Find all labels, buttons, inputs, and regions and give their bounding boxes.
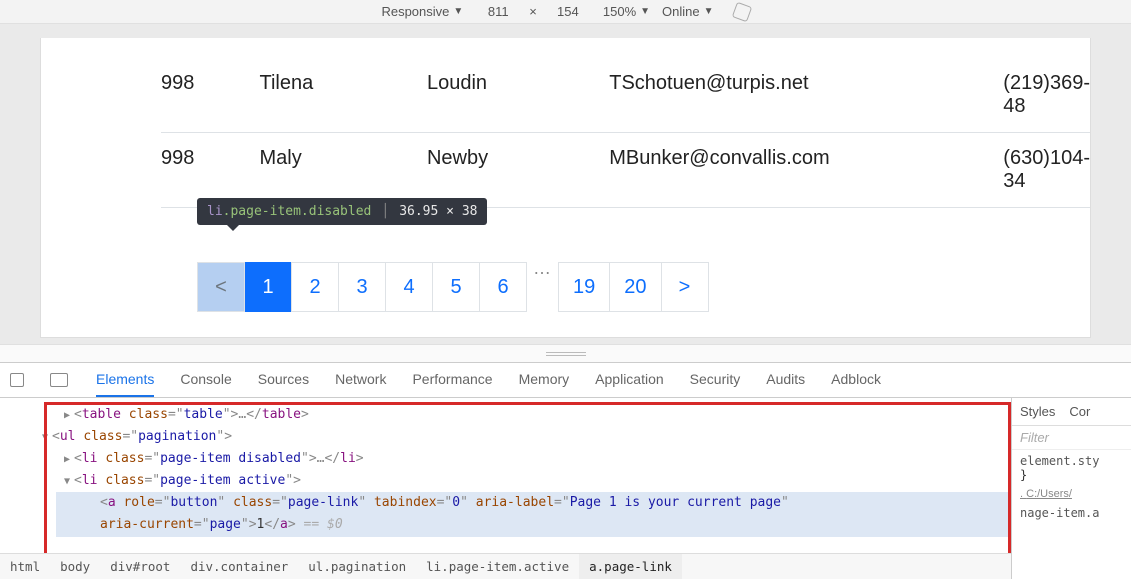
- tab-console[interactable]: Console: [180, 363, 231, 397]
- page-ellipsis: …: [527, 258, 559, 279]
- viewport-width-input[interactable]: [475, 4, 521, 19]
- elements-panel: ▶<table class="table">…</table> ▼<ul cla…: [0, 398, 1011, 579]
- cell-email: MBunker@convallis.com: [609, 147, 1003, 193]
- style-rule[interactable]: nage-item.a: [1012, 502, 1131, 524]
- tab-audits[interactable]: Audits: [766, 363, 805, 397]
- cell-firstname: Maly: [260, 147, 427, 193]
- zoom-dropdown[interactable]: 150% ▼: [603, 4, 650, 19]
- device-toggle-icon[interactable]: [50, 373, 68, 387]
- table-row: 998 Tilena Loudin TSchotuen@turpis.net (…: [161, 58, 1090, 133]
- crumb-item[interactable]: div.container: [180, 554, 298, 579]
- network-label: Online: [662, 4, 700, 19]
- pagination: < 1 2 3 4 5 6 … 19 20 >: [197, 262, 1090, 312]
- styles-panel: Styles Cor Filter element.sty } . C:/Use…: [1011, 398, 1131, 579]
- page-next-button[interactable]: >: [661, 262, 709, 312]
- styles-tab[interactable]: Cor: [1069, 404, 1090, 419]
- tooltip-dimensions: 36.95 × 38: [399, 204, 477, 219]
- inspect-element-icon[interactable]: [10, 373, 24, 387]
- styles-tab[interactable]: Styles: [1020, 404, 1055, 419]
- tab-performance[interactable]: Performance: [412, 363, 492, 397]
- crumb-item[interactable]: body: [50, 554, 100, 579]
- styles-tabs: Styles Cor: [1012, 398, 1131, 426]
- table-row: 998 Maly Newby MBunker@convallis.com (63…: [161, 133, 1090, 208]
- devtools-tabs: Elements Console Sources Network Perform…: [96, 363, 881, 397]
- dom-node[interactable]: ▼<li class="page-item active">: [56, 470, 1011, 492]
- style-source-link[interactable]: . C:/Users/: [1012, 486, 1131, 502]
- cell-email: TSchotuen@turpis.net: [609, 72, 1003, 118]
- dom-node-selected[interactable]: <a role="button" class="page-link" tabin…: [56, 492, 1011, 514]
- page-number-button[interactable]: 4: [385, 262, 433, 312]
- page-number-button[interactable]: 6: [479, 262, 527, 312]
- network-dropdown[interactable]: Online ▼: [662, 4, 713, 19]
- dom-node[interactable]: ▶<li class="page-item disabled">…</li>: [56, 448, 1011, 470]
- data-table: 998 Tilena Loudin TSchotuen@turpis.net (…: [161, 58, 1090, 208]
- dom-node-selected-cont[interactable]: aria-current="page">1</a> == $0: [56, 514, 1011, 536]
- dom-tree[interactable]: ▶<table class="table">…</table> ▼<ul cla…: [0, 398, 1011, 537]
- page-number-button[interactable]: 5: [432, 262, 480, 312]
- cell-phone: (219)369-48: [1003, 72, 1090, 118]
- crumb-item[interactable]: a.page-link: [579, 554, 682, 579]
- page-prev-button[interactable]: <: [197, 262, 245, 312]
- responsive-mode-dropdown[interactable]: Responsive ▼: [381, 4, 463, 19]
- cell-id: 998: [161, 147, 260, 193]
- zoom-label: 150%: [603, 4, 636, 19]
- devtools-body: ▶<table class="table">…</table> ▼<ul cla…: [0, 398, 1131, 579]
- tab-memory[interactable]: Memory: [519, 363, 570, 397]
- responsive-mode-label: Responsive: [381, 4, 449, 19]
- dimension-separator: ×: [529, 4, 537, 19]
- tooltip-divider: │: [381, 204, 389, 219]
- inspect-tooltip: li.page-item.disabled │ 36.95 × 38: [197, 198, 487, 225]
- crumb-item[interactable]: li.page-item.active: [416, 554, 579, 579]
- crumb-item[interactable]: html: [0, 554, 50, 579]
- cell-firstname: Tilena: [260, 72, 427, 118]
- cell-lastname: Loudin: [427, 72, 609, 118]
- dom-node[interactable]: ▼<ul class="pagination">: [56, 426, 1011, 448]
- viewport-height-input[interactable]: [545, 4, 591, 19]
- viewport-dimensions: ×: [475, 4, 591, 19]
- dom-node[interactable]: ▶<table class="table">…</table>: [56, 404, 1011, 426]
- tab-application[interactable]: Application: [595, 363, 664, 397]
- cell-lastname: Newby: [427, 147, 609, 193]
- chevron-down-icon: ▼: [640, 6, 650, 17]
- breadcrumb: html body div#root div.container ul.pagi…: [0, 553, 1011, 579]
- cell-id: 998: [161, 72, 260, 118]
- tab-network[interactable]: Network: [335, 363, 386, 397]
- page-number-button[interactable]: 20: [609, 262, 661, 312]
- page-number-button[interactable]: 2: [291, 262, 339, 312]
- crumb-item[interactable]: ul.pagination: [298, 554, 416, 579]
- crumb-item[interactable]: div#root: [100, 554, 180, 579]
- style-rule[interactable]: element.sty }: [1012, 450, 1131, 486]
- page-number-button[interactable]: 3: [338, 262, 386, 312]
- chevron-down-icon: ▼: [704, 6, 714, 17]
- device-toolbar: Responsive ▼ × 150% ▼ Online ▼: [0, 0, 1131, 24]
- tab-security[interactable]: Security: [690, 363, 741, 397]
- tab-elements[interactable]: Elements: [96, 363, 154, 397]
- grip-icon: [546, 352, 586, 356]
- chevron-down-icon: ▼: [453, 6, 463, 17]
- page-content: 998 Tilena Loudin TSchotuen@turpis.net (…: [40, 38, 1091, 338]
- tooltip-selector: li.page-item.disabled: [207, 204, 371, 219]
- devtools-resize-handle[interactable]: [0, 344, 1131, 362]
- devtools-header: Elements Console Sources Network Perform…: [0, 362, 1131, 398]
- tab-adblock[interactable]: Adblock: [831, 363, 881, 397]
- styles-filter-input[interactable]: Filter: [1012, 426, 1131, 450]
- page-number-button[interactable]: 19: [558, 262, 610, 312]
- page-viewport: 998 Tilena Loudin TSchotuen@turpis.net (…: [0, 24, 1131, 344]
- cell-phone: (630)104-34: [1003, 147, 1090, 193]
- page-number-button[interactable]: 1: [244, 262, 292, 312]
- tab-sources[interactable]: Sources: [258, 363, 309, 397]
- rotate-icon[interactable]: [731, 1, 752, 22]
